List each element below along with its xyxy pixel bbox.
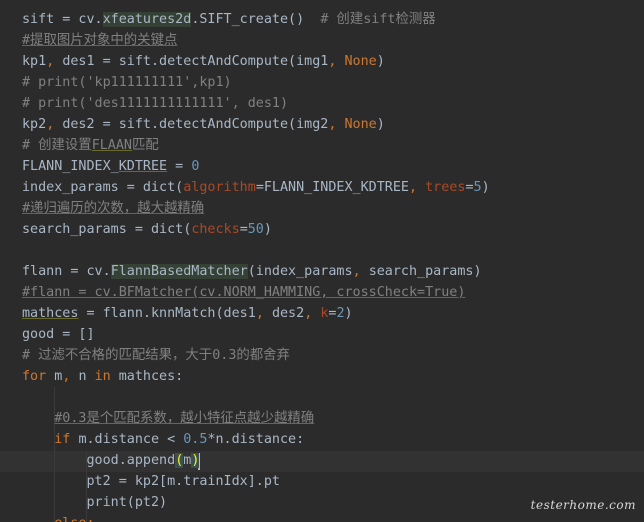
code-line[interactable]: #提取图片对象中的关键点 — [22, 30, 177, 51]
code-token: algorithm — [183, 180, 256, 195]
code-token: # print('des1111111111111', des1) — [22, 96, 289, 111]
code-line[interactable]: good.append(m) — [22, 450, 200, 471]
code-token: else: — [54, 516, 94, 522]
code-token: 0 — [191, 159, 200, 174]
code-token: #提取图片对象中的关键点 — [22, 33, 178, 48]
code-token: sift = cv. — [22, 12, 103, 27]
code-line[interactable]: index_params = dict(algorithm=FLANN_INDE… — [22, 177, 490, 198]
code-token: 0.5 — [183, 432, 208, 447]
code-line[interactable]: sift = cv.xfeatures2d.SIFT_create() # 创建… — [22, 9, 436, 30]
code-token: #flann = cv.BFMatcher(cv.NORM_HAMMING, c… — [22, 285, 466, 300]
code-token: 2 — [336, 306, 345, 321]
code-line[interactable]: else: — [22, 513, 94, 522]
code-token: , — [46, 117, 63, 132]
code-token: mathces — [22, 306, 79, 321]
code-token: good.append — [22, 453, 176, 468]
code-line[interactable]: for m, n in mathces: — [22, 366, 183, 387]
code-token: ) — [344, 306, 353, 321]
code-token: = flann.knnMatch(des1 — [78, 306, 256, 321]
code-token: des2 — [271, 306, 305, 321]
code-token: = — [167, 159, 192, 174]
code-token: # print('kp111111111',kp1) — [22, 75, 232, 90]
code-line[interactable]: flann = cv.FlannBasedMatcher(index_param… — [22, 261, 482, 282]
code-token: None — [344, 54, 377, 69]
code-line[interactable]: #0.3是个匹配系数，越小特征点越少越精确 — [22, 408, 314, 429]
code-line[interactable]: search_params = dict(checks=50) — [22, 219, 272, 240]
code-line[interactable]: # 创建设置FLAAN匹配 — [22, 135, 159, 156]
code-line[interactable]: kp2, des2 = sift.detectAndCompute(img2, … — [22, 114, 385, 135]
code-token: kp1 — [22, 54, 47, 69]
code-token: if — [54, 432, 79, 447]
code-token: None — [344, 117, 377, 132]
code-token: ) — [191, 453, 200, 468]
code-token: , — [409, 180, 426, 195]
code-token: n — [78, 369, 95, 384]
code-line[interactable]: good = [] — [22, 324, 95, 345]
code-token: *n.distance: — [207, 432, 305, 447]
code-token: search_params) — [368, 264, 482, 279]
code-token: # 过滤不合格的匹配结果，大于0.3的都舍弃 — [22, 348, 290, 363]
code-token: FLANN_INDEX_ — [22, 159, 119, 174]
code-token: good = [] — [22, 327, 95, 342]
code-token: = — [465, 180, 474, 195]
code-token: mathces: — [118, 369, 184, 384]
code-token: , — [62, 369, 79, 384]
code-token: # 创建sift检测器 — [320, 12, 436, 27]
code-line[interactable]: mathces = flann.knnMatch(des1, des2, k=2… — [22, 303, 353, 324]
code-token: ) — [376, 117, 385, 132]
code-token: 5 — [473, 180, 482, 195]
watermark: testerhome.com — [530, 498, 636, 512]
code-line[interactable]: #flann = cv.BFMatcher(cv.NORM_HAMMING, c… — [22, 282, 465, 303]
code-token: in — [94, 369, 119, 384]
code-line[interactable]: pt2 = kp2[m.trainIdx].pt — [22, 471, 280, 492]
code-line[interactable]: # print('des1111111111111', des1) — [22, 93, 288, 114]
code-token: #0.3是个匹配系数，越小特征点越少越精确 — [54, 411, 315, 426]
code-token: checks — [191, 222, 240, 237]
code-token: xfeatures2d — [102, 12, 192, 27]
code-token: pt2 = kp2[m.trainIdx].pt — [22, 474, 280, 489]
code-token: , — [255, 306, 272, 321]
code-line[interactable]: # 过滤不合格的匹配结果，大于0.3的都舍弃 — [22, 345, 290, 366]
code-token: FLAAN — [91, 138, 132, 153]
code-token: kp2 — [22, 117, 47, 132]
code-line[interactable]: #递归遍历的次数，越大越精确 — [22, 198, 204, 219]
code-token: = — [239, 222, 248, 237]
code-line[interactable]: # print('kp111111111',kp1) — [22, 72, 232, 93]
code-line[interactable]: kp1, des1 = sift.detectAndCompute(img1, … — [22, 51, 385, 72]
code-token: ) — [376, 54, 385, 69]
code-token: print(pt2) — [22, 495, 168, 510]
code-token: , — [328, 117, 345, 132]
code-token: 50 — [247, 222, 264, 237]
code-token: .SIFT_create() — [191, 12, 321, 27]
code-token: des2 = sift.detectAndCompute(img2 — [62, 117, 329, 132]
code-line[interactable]: if m.distance < 0.5*n.distance: — [22, 429, 304, 450]
code-token: index_params = dict( — [22, 180, 184, 195]
code-token: , — [328, 54, 345, 69]
code-token: ) — [481, 180, 490, 195]
code-line[interactable]: FLANN_INDEX_KDTREE = 0 — [22, 156, 199, 177]
code-token: trees — [425, 180, 466, 195]
code-token: , — [304, 306, 321, 321]
code-token: ) — [263, 222, 272, 237]
code-line[interactable]: print(pt2) — [22, 492, 167, 513]
code-token: # 创建设置 — [22, 138, 92, 153]
code-editor[interactable]: sift = cv.xfeatures2d.SIFT_create() # 创建… — [0, 0, 644, 522]
code-token: flann = cv. — [22, 264, 111, 279]
code-token: #递归遍历的次数，越大越精确 — [22, 201, 205, 216]
code-token: m.distance < — [78, 432, 184, 447]
code-token: FlannBasedMatcher — [110, 264, 248, 279]
code-token: , — [46, 54, 63, 69]
code-token: search_params = dict( — [22, 222, 192, 237]
code-token: KDTREE — [118, 159, 168, 174]
code-token: des1 = sift.detectAndCompute(img1 — [62, 54, 329, 69]
code-token: for — [22, 369, 55, 384]
code-token: 匹配 — [132, 138, 159, 153]
code-token: (index_params — [247, 264, 353, 279]
code-token: =FLANN_INDEX_KDTREE — [255, 180, 409, 195]
code-token: , — [352, 264, 369, 279]
